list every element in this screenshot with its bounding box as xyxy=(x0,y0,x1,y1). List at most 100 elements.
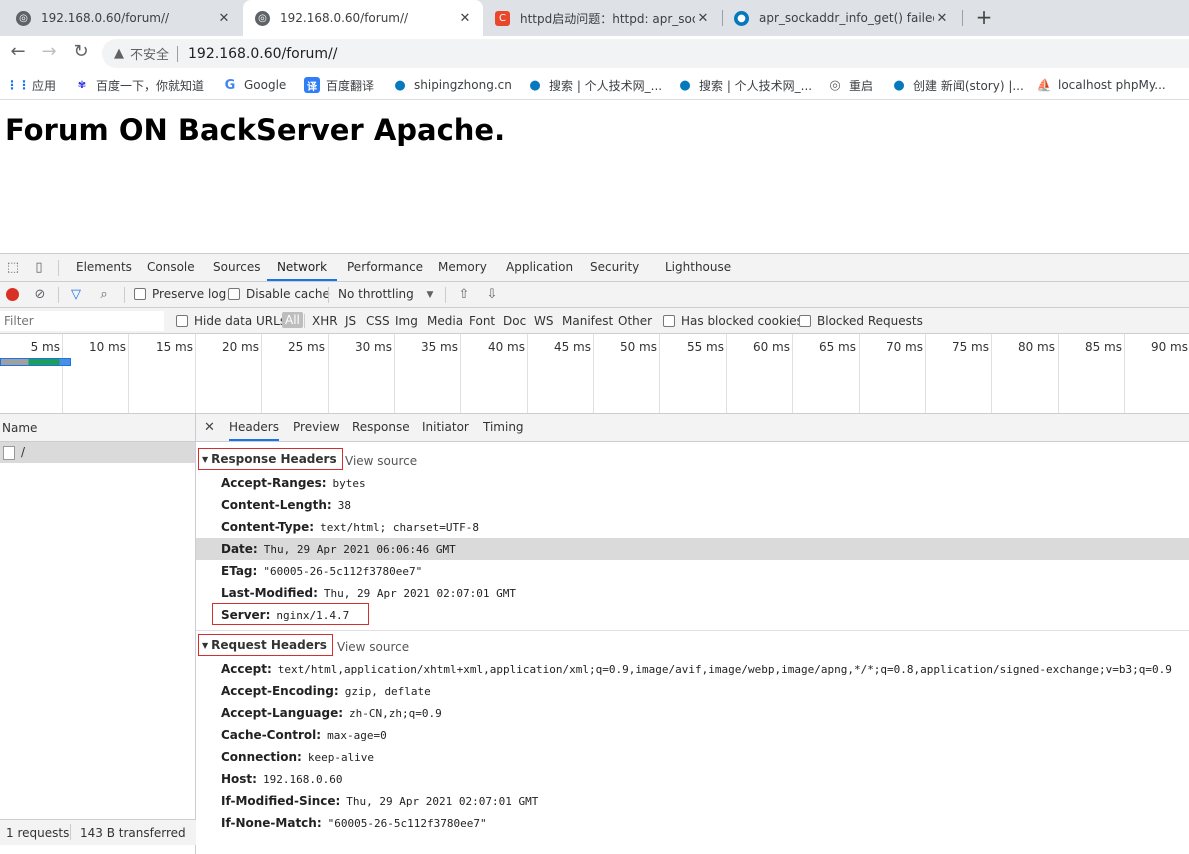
response-header-row: Content-Length: 38 xyxy=(196,494,1189,516)
tab-application[interactable]: Application xyxy=(503,254,576,281)
close-icon[interactable]: ✕ xyxy=(216,11,232,26)
tab-preview[interactable]: Preview xyxy=(293,414,340,441)
filter-input[interactable] xyxy=(0,311,164,331)
filter-icon[interactable]: ▽ xyxy=(67,286,85,304)
bookmark-label: 应用 xyxy=(32,78,57,93)
back-arrow-icon[interactable]: ← xyxy=(6,41,30,65)
header-value: text/html; charset=UTF-8 xyxy=(320,520,480,534)
request-header-row: Accept: text/html,application/xhtml+xml,… xyxy=(196,658,1189,680)
browser-tab-1[interactable]: ◎ 192.168.0.60/forum// ✕ xyxy=(4,0,242,36)
blocked-requests-checkbox[interactable] xyxy=(799,315,811,327)
timeline-tick-label: 15 ms xyxy=(155,340,193,354)
response-headers-toggle[interactable]: ▼ Response Headers xyxy=(198,448,343,470)
forward-arrow-icon[interactable]: → xyxy=(37,41,61,65)
clear-icon[interactable]: ⊘ xyxy=(31,286,49,304)
address-bar[interactable]: ▲ 不安全 192.168.0.60/forum// xyxy=(102,39,1189,68)
bookmark-search-2[interactable]: ● 搜索 | 个人技术网_... xyxy=(677,76,812,94)
browser-tab-4[interactable]: ● apr_sockaddr_info_get() failed ✕ xyxy=(722,0,960,36)
chevron-down-icon[interactable]: ▼ xyxy=(421,286,439,304)
triangle-down-icon: ▼ xyxy=(202,640,209,650)
header-value: max-age=0 xyxy=(327,728,387,742)
tab-performance[interactable]: Performance xyxy=(344,254,426,281)
inspect-element-icon[interactable]: ⬚ xyxy=(5,260,21,276)
close-icon[interactable]: ✕ xyxy=(934,11,950,26)
reload-icon[interactable]: ↻ xyxy=(69,41,93,65)
filter-type-font[interactable]: Font xyxy=(469,314,495,328)
tab-initiator[interactable]: Initiator xyxy=(422,414,469,441)
filter-type-other[interactable]: Other xyxy=(618,314,652,328)
has-blocked-cookies-checkbox[interactable] xyxy=(663,315,675,327)
filter-type-xhr[interactable]: XHR xyxy=(312,314,338,328)
url-text[interactable]: 192.168.0.60/forum// xyxy=(188,46,337,62)
document-icon xyxy=(3,445,15,460)
hide-data-urls-checkbox[interactable] xyxy=(176,315,188,327)
tab-network[interactable]: Network xyxy=(267,254,337,281)
close-icon[interactable]: ✕ xyxy=(695,11,711,26)
throttling-select[interactable]: No throttling xyxy=(338,287,414,301)
filter-type-css[interactable]: CSS xyxy=(366,314,390,328)
name-column-header[interactable]: Name xyxy=(0,414,195,442)
close-icon[interactable]: ✕ xyxy=(457,11,473,26)
header-value: 38 xyxy=(337,498,351,512)
request-row[interactable]: / xyxy=(0,442,195,463)
tab-elements[interactable]: Elements xyxy=(73,254,135,281)
request-view-source-link[interactable]: View source xyxy=(337,640,409,654)
timeline-tick-label: 65 ms xyxy=(818,340,856,354)
close-icon[interactable]: ✕ xyxy=(204,420,215,435)
request-detail: ✕ Headers Preview Response Initiator Tim… xyxy=(196,414,1189,854)
response-header-row: Content-Type: text/html; charset=UTF-8 xyxy=(196,516,1189,538)
timeline-tick-label: 10 ms xyxy=(88,340,126,354)
tab-timing[interactable]: Timing xyxy=(483,414,524,441)
tab-security[interactable]: Security xyxy=(587,254,642,281)
header-value: "60005-26-5c112f3780ee7" xyxy=(263,564,423,578)
request-headers-toggle[interactable]: ▼ Request Headers xyxy=(198,634,333,656)
response-view-source-link[interactable]: View source xyxy=(345,454,417,468)
browser-tab-2[interactable]: ◎ 192.168.0.60/forum// ✕ xyxy=(243,0,483,36)
bookmark-baidu-translate[interactable]: 译 百度翻译 xyxy=(304,76,374,94)
header-key: Content-Length: xyxy=(221,498,332,512)
security-label[interactable]: 不安全 xyxy=(130,44,169,63)
timeline-gridline xyxy=(1124,334,1125,413)
filter-type-img[interactable]: Img xyxy=(395,314,418,328)
timeline-tick-label: 30 ms xyxy=(354,340,392,354)
browser-tab-3[interactable]: C httpd启动问题：httpd: apr_soc ✕ xyxy=(483,0,721,36)
tab-console[interactable]: Console xyxy=(144,254,198,281)
bookmark-create-story[interactable]: ● 创建 新闻(story) |... xyxy=(891,76,1024,94)
network-overview[interactable]: 5 ms 10 ms 15 ms 20 ms 25 ms 30 ms 35 ms… xyxy=(0,334,1189,414)
tab-response[interactable]: Response xyxy=(352,414,410,441)
bookmark-baidu[interactable]: ✾ 百度一下，你就知道 xyxy=(74,76,204,94)
bookmark-restart[interactable]: ◎ 重启 xyxy=(827,76,873,94)
tab-strip: ◎ 192.168.0.60/forum// ✕ ◎ 192.168.0.60/… xyxy=(0,0,1189,36)
header-key: Content-Type: xyxy=(221,520,315,534)
translate-icon: 译 xyxy=(304,77,320,93)
bookmark-apps[interactable]: ⋮⋮ 应用 xyxy=(6,76,57,94)
export-har-icon[interactable]: ⇩ xyxy=(483,286,501,304)
bookmark-search-1[interactable]: ● 搜索 | 个人技术网_... xyxy=(527,76,662,94)
globe-icon: ◎ xyxy=(16,10,31,26)
new-tab-button[interactable]: + xyxy=(972,6,996,30)
tab-memory[interactable]: Memory xyxy=(435,254,490,281)
tab-headers[interactable]: Headers xyxy=(229,414,279,441)
bookmark-phpmyadmin[interactable]: ⛵ localhost phpMy... xyxy=(1036,76,1166,94)
waterfall-bar[interactable] xyxy=(0,358,71,366)
header-key: Accept-Encoding: xyxy=(221,684,339,698)
bookmark-shipingzhong[interactable]: ● shipingzhong.cn xyxy=(392,76,512,94)
filter-type-manifest[interactable]: Manifest xyxy=(562,314,613,328)
timeline-gridline xyxy=(460,334,461,413)
record-icon[interactable] xyxy=(6,288,19,301)
import-har-icon[interactable]: ⇧ xyxy=(455,286,473,304)
filter-type-all[interactable]: All xyxy=(282,312,303,328)
filter-type-doc[interactable]: Doc xyxy=(503,314,526,328)
preserve-log-checkbox[interactable] xyxy=(134,288,146,300)
bookmark-google[interactable]: G Google xyxy=(222,76,287,94)
warning-icon[interactable]: ▲ xyxy=(114,46,124,61)
tab-sources[interactable]: Sources xyxy=(210,254,263,281)
disable-cache-checkbox[interactable] xyxy=(228,288,240,300)
tab-lighthouse[interactable]: Lighthouse xyxy=(662,254,734,281)
filter-type-ws[interactable]: WS xyxy=(534,314,553,328)
filter-type-js[interactable]: JS xyxy=(345,314,356,328)
filter-type-media[interactable]: Media xyxy=(427,314,463,328)
header-value: "60005-26-5c112f3780ee7" xyxy=(327,816,487,830)
device-toolbar-icon[interactable]: ▯ xyxy=(31,260,47,276)
search-icon[interactable]: ⌕ xyxy=(95,286,113,304)
